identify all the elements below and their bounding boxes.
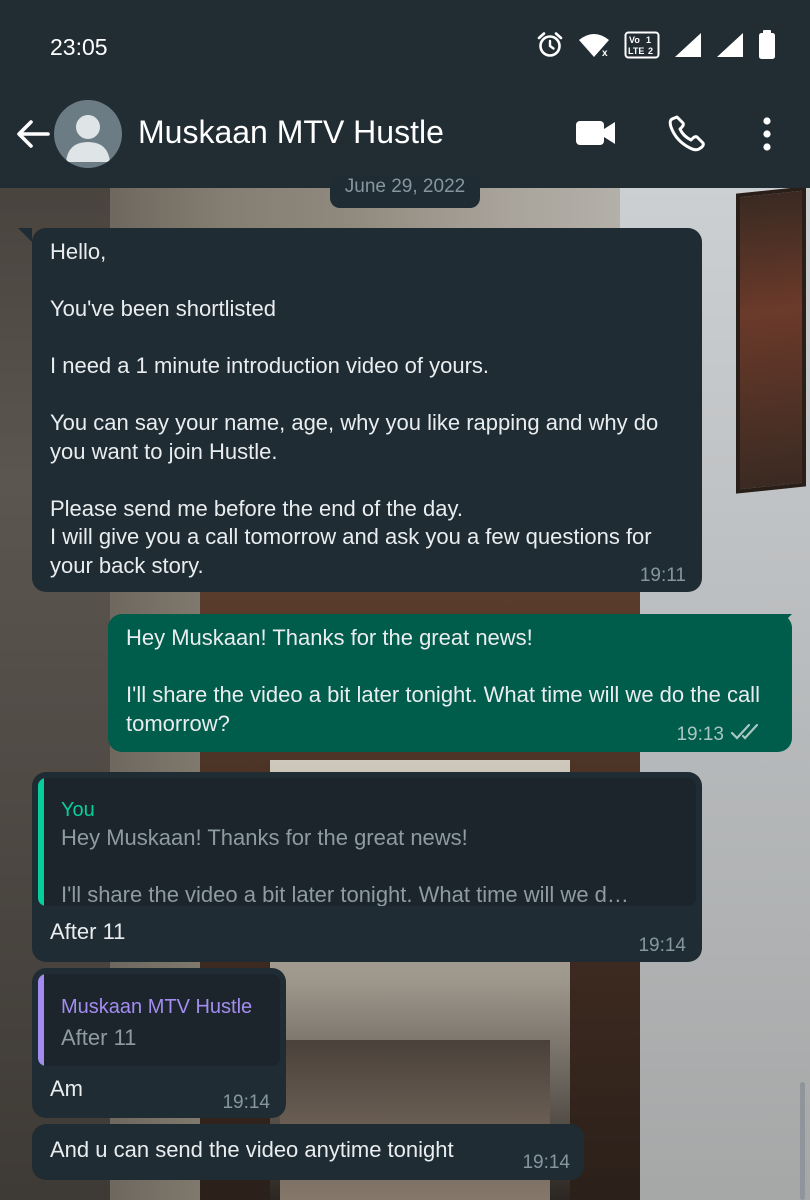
message-time: 19:14 — [522, 1152, 570, 1173]
message-time: 19:11 — [639, 565, 686, 586]
svg-text:2: 2 — [648, 46, 653, 56]
wifi-icon: x — [579, 34, 609, 58]
back-arrow-icon[interactable] — [12, 114, 52, 154]
bubble-tail — [18, 228, 32, 242]
status-icons: x Vo 1 LTE 2 — [536, 30, 776, 60]
volte-label: Vo — [629, 35, 640, 45]
quote-accent-bar — [38, 778, 44, 906]
message-bubble-incoming[interactable]: You Hey Muskaan! Thanks for the great ne… — [32, 772, 702, 962]
message-text: After 11 — [50, 919, 126, 944]
voice-call-icon[interactable] — [668, 114, 706, 152]
message-bubble-incoming[interactable]: And u can send the video anytime tonight… — [32, 1124, 584, 1180]
quoted-message[interactable]: You Hey Muskaan! Thanks for the great ne… — [38, 778, 696, 906]
avatar[interactable] — [54, 100, 122, 168]
chat-header: Muskaan MTV Hustle — [0, 96, 810, 188]
contact-name[interactable]: Muskaan MTV Hustle — [138, 114, 444, 151]
quoted-message[interactable]: Muskaan MTV Hustle After 11 — [38, 974, 280, 1066]
quote-author: You — [61, 799, 95, 821]
svg-text:x: x — [602, 48, 608, 58]
scrollbar[interactable] — [800, 1082, 805, 1200]
video-call-icon[interactable] — [574, 116, 618, 150]
message-text: Am — [50, 1076, 83, 1101]
battery-icon — [759, 30, 775, 59]
lte-label: LTE — [628, 46, 644, 56]
signal-1-icon — [675, 33, 701, 57]
svg-text:1: 1 — [646, 35, 651, 45]
quote-text: After 11 — [61, 1025, 137, 1050]
status-bar: 23:05 x Vo 1 LTE 2 — [0, 0, 810, 96]
message-time: 19:14 — [638, 935, 686, 956]
message-bubble-incoming[interactable]: Hello, You've been shortlisted I need a … — [32, 228, 702, 592]
alarm-icon — [537, 32, 563, 57]
more-vert-icon[interactable] — [754, 114, 780, 154]
message-bubble-incoming[interactable]: Muskaan MTV Hustle After 11 Am 19:14 — [32, 968, 286, 1118]
quote-author: Muskaan MTV Hustle — [61, 996, 253, 1018]
quote-text: Hey Muskaan! Thanks for the great news! … — [61, 825, 629, 906]
message-time: 19:14 — [222, 1092, 270, 1113]
message-time: 19:13 — [676, 724, 724, 745]
read-receipt-icon — [730, 723, 759, 740]
message-text: Hello, You've been shortlisted I need a … — [50, 239, 659, 578]
message-text: And u can send the video anytime tonight — [50, 1137, 454, 1162]
volte-lte-icon: Vo 1 LTE 2 — [624, 31, 660, 59]
avatar-placeholder-icon — [66, 115, 110, 162]
quote-accent-bar — [38, 974, 44, 1066]
wallpaper-painting — [736, 186, 806, 494]
message-bubble-outgoing[interactable]: Hey Muskaan! Thanks for the great news! … — [108, 614, 792, 752]
date-separator: June 29, 2022 — [330, 176, 480, 208]
signal-2-icon — [717, 33, 743, 57]
status-time: 23:05 — [50, 34, 108, 60]
